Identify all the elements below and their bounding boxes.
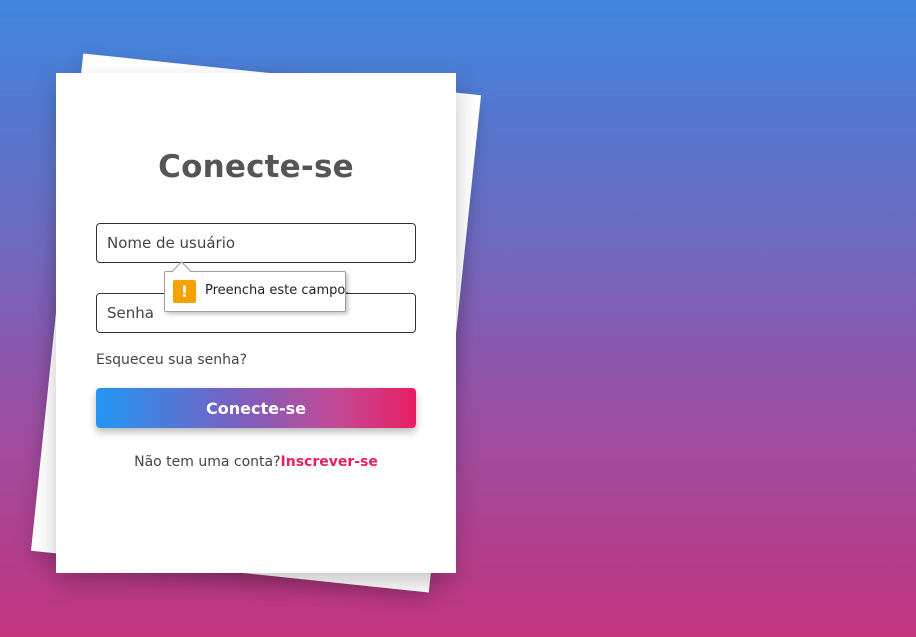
username-input[interactable] <box>97 224 415 262</box>
signup-prompt: Não tem uma conta?Inscrever-se <box>56 454 456 470</box>
validation-message: Preencha este campo. <box>205 283 350 298</box>
no-account-text: Não tem uma conta? <box>134 454 281 470</box>
login-button[interactable]: Conecte-se <box>96 388 416 428</box>
validation-tooltip: ! Preencha este campo. <box>164 261 350 312</box>
warning-icon: ! <box>173 280 196 303</box>
page-title: Conecte-se <box>158 149 354 185</box>
login-card: Conecte-se Esqueceu sua senha? Conecte-s… <box>56 73 456 573</box>
forgot-password-link[interactable]: Esqueceu sua senha? <box>96 352 247 368</box>
username-field <box>96 223 416 263</box>
signup-link[interactable]: Inscrever-se <box>281 454 378 470</box>
